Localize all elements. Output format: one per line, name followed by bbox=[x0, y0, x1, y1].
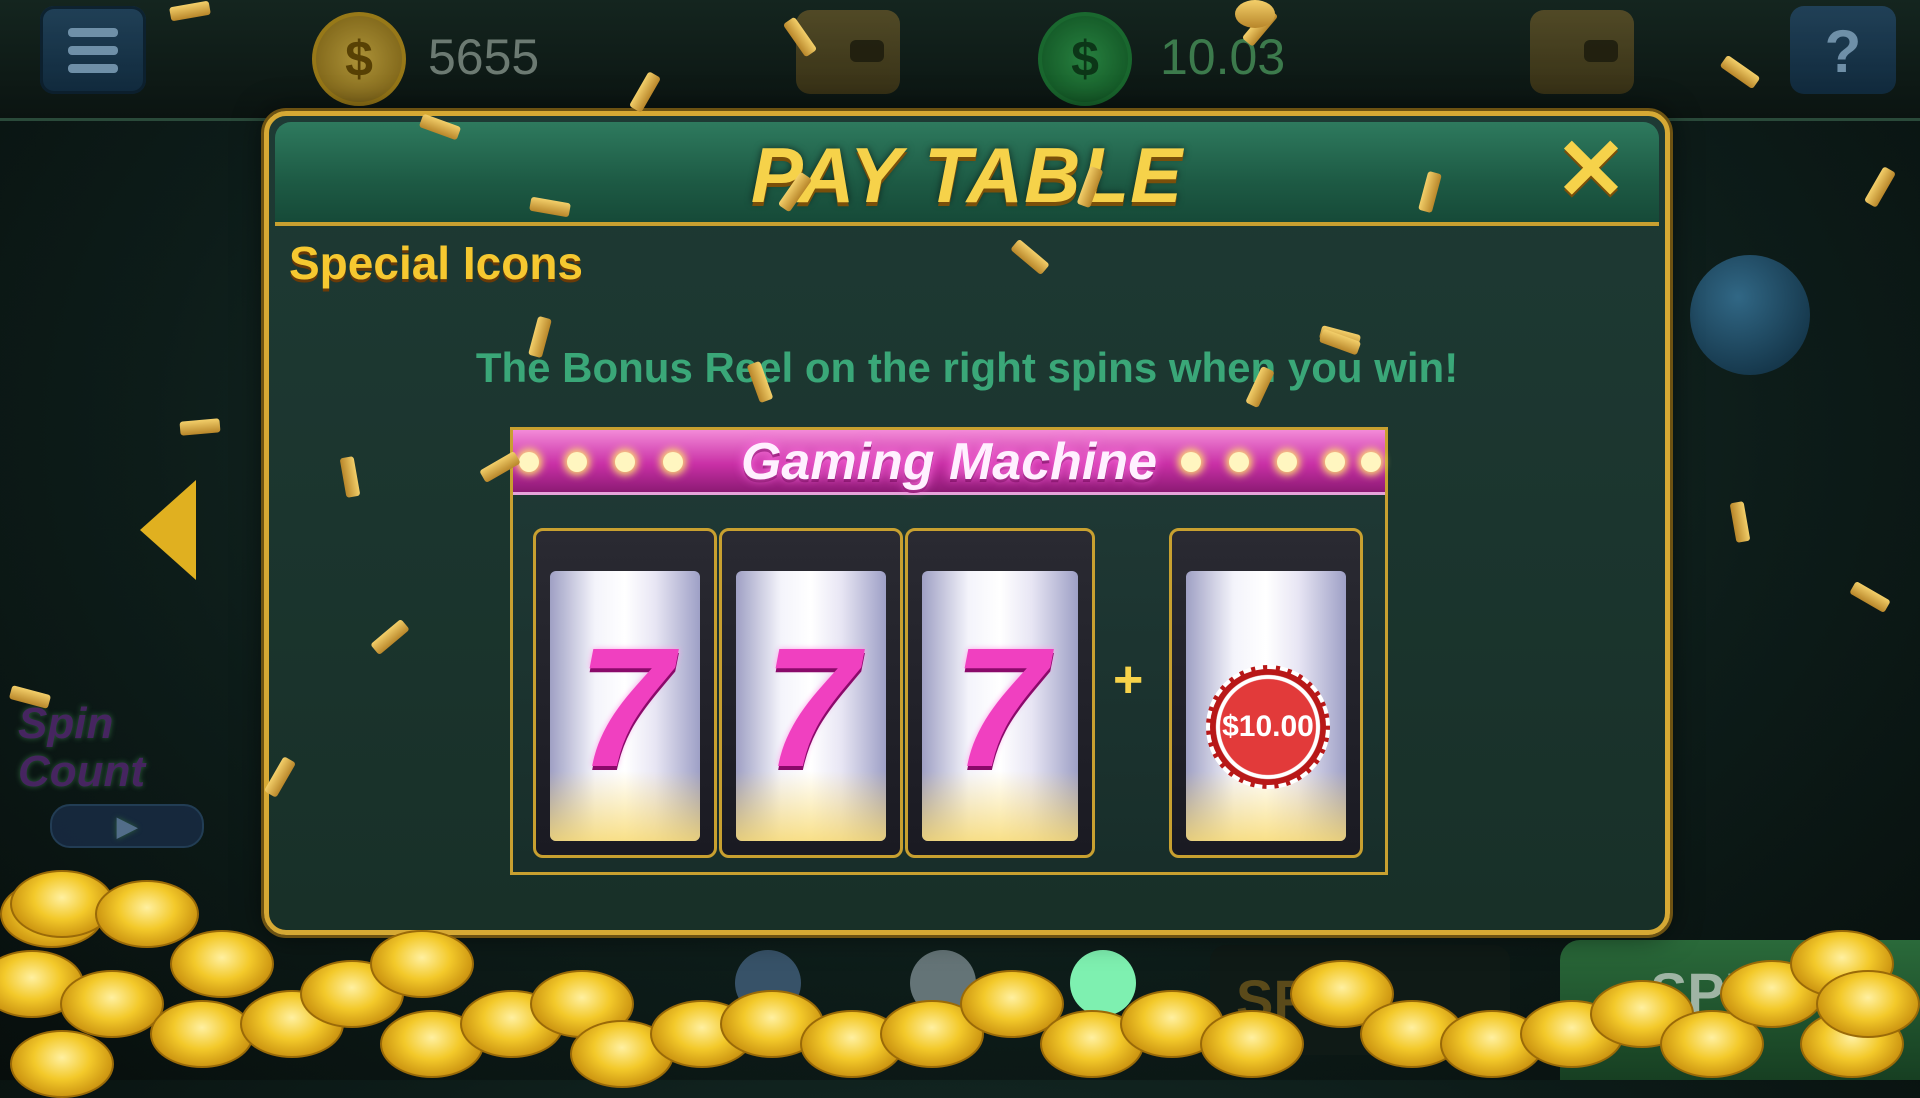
previous-page-arrow[interactable] bbox=[140, 480, 196, 580]
confetti-piece bbox=[1849, 580, 1891, 614]
top-bar: $ 5655 $ 10.03 ? bbox=[0, 0, 1920, 121]
dialog-header: PAY TABLE ✕ bbox=[275, 122, 1659, 226]
description-text: The Bonus Reel on the right spins when y… bbox=[475, 344, 1459, 391]
gold-coin bbox=[1200, 1010, 1304, 1078]
gold-coin bbox=[170, 930, 274, 998]
seven-symbol: 7 bbox=[577, 613, 673, 803]
bonus-reel: $10.00 bbox=[1169, 528, 1363, 858]
gold-coin bbox=[60, 970, 164, 1038]
reel-3: 7 bbox=[905, 528, 1095, 858]
seven-symbol: 7 bbox=[952, 613, 1048, 803]
gold-coin bbox=[95, 880, 199, 948]
seven-symbol: 7 bbox=[763, 613, 859, 803]
confetti-piece bbox=[179, 418, 221, 436]
reel-face: 7 bbox=[922, 571, 1078, 841]
menu-button[interactable] bbox=[40, 6, 146, 94]
confetti-piece bbox=[1863, 166, 1897, 208]
gold-coin bbox=[150, 1000, 254, 1068]
pay-table-dialog: PAY TABLE ✕ Special Icons The Bonus Reel… bbox=[264, 111, 1670, 935]
spin-count-logo: Spin Count ▶ bbox=[18, 700, 218, 848]
video-play-button[interactable]: ▶ bbox=[50, 804, 204, 848]
spin-count-label: Spin Count bbox=[18, 699, 146, 796]
dialog-title: PAY TABLE bbox=[750, 131, 1184, 219]
cash-coin-icon: $ bbox=[1038, 12, 1132, 106]
coins-balance: 5655 bbox=[428, 29, 540, 85]
gold-coin-icon: $ bbox=[312, 12, 406, 106]
reel-face: 7 bbox=[550, 571, 700, 841]
section-title: Special Icons bbox=[289, 237, 584, 289]
gold-coin bbox=[1816, 970, 1920, 1038]
wallet-icon-cash[interactable] bbox=[1530, 10, 1634, 94]
cash-balance: 10.03 bbox=[1160, 29, 1286, 85]
close-button[interactable]: ✕ bbox=[1551, 127, 1631, 213]
plus-sign: + bbox=[1113, 651, 1144, 709]
reel-face: 7 bbox=[736, 571, 886, 841]
help-button[interactable]: ? bbox=[1790, 6, 1896, 94]
reel-2: 7 bbox=[719, 528, 903, 858]
reel-1: 7 bbox=[533, 528, 717, 858]
casino-chip-icon: $10.00 bbox=[1206, 665, 1330, 789]
menu-icon-line bbox=[68, 64, 118, 73]
menu-icon-line bbox=[68, 28, 118, 37]
confetti-coin bbox=[1235, 0, 1275, 28]
machine-marquee: Gaming Machine bbox=[513, 430, 1385, 495]
reel-face: $10.00 bbox=[1186, 571, 1346, 841]
gold-coin bbox=[10, 1030, 114, 1098]
gaming-machine-illustration: Gaming Machine 7 7 7 + $10.00 bbox=[510, 427, 1388, 875]
confetti-piece bbox=[1729, 501, 1751, 543]
gold-coin bbox=[370, 930, 474, 998]
menu-icon-line bbox=[68, 46, 118, 55]
lever-ball-icon bbox=[1690, 255, 1810, 375]
machine-title: Gaming Machine bbox=[740, 433, 1158, 491]
